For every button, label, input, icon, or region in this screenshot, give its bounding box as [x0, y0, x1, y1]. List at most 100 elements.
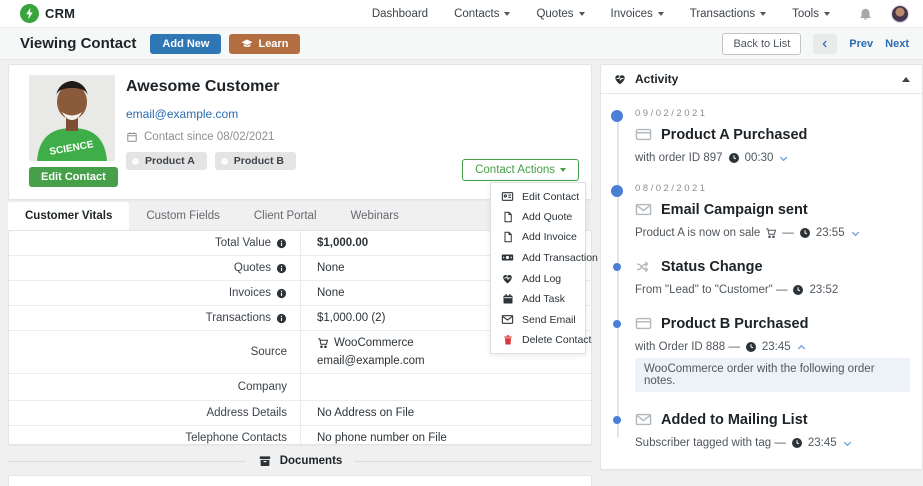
documents-card-top — [8, 475, 592, 486]
chevron-up-icon[interactable] — [796, 342, 807, 353]
tab-custom-fields[interactable]: Custom Fields — [129, 202, 237, 230]
menu-add-transaction[interactable]: Add Transaction — [491, 247, 585, 268]
event-meta: with order ID 897 — [635, 152, 723, 164]
contact-actions-menu: Edit Contact Add Quote Add Invoice Add T… — [490, 182, 586, 354]
menu-add-quote[interactable]: Add Quote — [491, 207, 585, 227]
caret-down-icon — [824, 12, 830, 16]
brand[interactable]: CRM — [20, 4, 75, 23]
event-title: Email Campaign sent — [661, 202, 808, 218]
caret-down-icon — [760, 12, 766, 16]
cart-icon — [765, 227, 777, 239]
nav-contacts[interactable]: Contacts — [454, 8, 510, 20]
timeline-dot — [613, 263, 621, 271]
activity-event: Contact Added Contact added to the CRM 2… — [635, 468, 910, 470]
event-time: 23:45 — [762, 341, 791, 353]
user-avatar[interactable] — [891, 5, 909, 23]
row-label: Invoices — [229, 287, 271, 299]
toolbar: Viewing Contact Add New Learn Back to Li… — [0, 28, 923, 60]
menu-delete-contact[interactable]: Delete Contact — [491, 330, 585, 350]
row-label: Total Value — [215, 237, 271, 249]
nav-invoices[interactable]: Invoices — [611, 8, 664, 20]
order-note: WooCommerce order with the following ord… — [635, 358, 910, 392]
menu-add-task[interactable]: Add Task — [491, 289, 585, 309]
nav-tools[interactable]: Tools — [792, 8, 830, 20]
calendar-icon — [126, 131, 138, 143]
table-row: Address Details No Address on File — [9, 401, 591, 426]
add-new-button[interactable]: Add New — [150, 34, 221, 54]
tab-webinars[interactable]: Webinars — [334, 202, 416, 230]
event-time: 23:55 — [816, 227, 845, 239]
activity-panel: Activity 09/02/2021 Product A Purchased … — [600, 64, 923, 470]
edit-contact-button[interactable]: Edit Contact — [29, 167, 118, 187]
contact-actions-button[interactable]: Contact Actions — [462, 159, 579, 181]
activity-event: 09/02/2021 Product A Purchased with orde… — [635, 108, 910, 164]
event-date: 08/02/2021 — [635, 183, 910, 194]
menu-add-log[interactable]: Add Log — [491, 268, 585, 289]
shuffle-icon — [635, 258, 652, 275]
documents-section: Documents — [8, 454, 592, 468]
envelope-icon — [635, 201, 652, 218]
tag-product-a[interactable]: Product A — [126, 152, 207, 170]
back-to-list-button[interactable]: Back to List — [722, 33, 801, 55]
heart-pulse-icon — [613, 72, 627, 86]
notifications-bell-icon[interactable] — [858, 6, 873, 21]
learn-button[interactable]: Learn — [229, 34, 300, 54]
info-icon[interactable] — [276, 313, 287, 324]
prev-link[interactable]: Prev — [849, 38, 873, 50]
row-value-secondary: email@example.com — [317, 355, 591, 367]
timeline-dot — [611, 110, 623, 122]
id-card-icon — [501, 190, 514, 203]
credit-card-icon — [635, 315, 652, 332]
activity-timeline: 09/02/2021 Product A Purchased with orde… — [601, 94, 922, 470]
event-meta: with Order ID 888 — — [635, 341, 740, 353]
row-label: Company — [238, 381, 287, 393]
row-label: Telephone Contacts — [185, 432, 287, 444]
event-time: 23:52 — [809, 284, 838, 296]
row-value — [301, 374, 591, 400]
contact-tags: Product A Product B — [126, 152, 296, 170]
nav-transactions[interactable]: Transactions — [690, 8, 766, 20]
chevron-down-icon[interactable] — [778, 153, 789, 164]
info-icon[interactable] — [276, 238, 287, 249]
chevron-down-icon[interactable] — [842, 438, 853, 449]
graduation-cap-icon — [241, 38, 253, 50]
event-title: Status Change — [661, 259, 763, 275]
clock-icon — [728, 152, 740, 164]
event-time: 00:30 — [745, 152, 774, 164]
menu-edit-contact[interactable]: Edit Contact — [491, 186, 585, 207]
tag-product-b[interactable]: Product B — [215, 152, 296, 170]
row-label: Source — [251, 346, 287, 358]
caret-down-icon — [504, 12, 510, 16]
clock-icon — [792, 284, 804, 296]
person-icon — [635, 468, 652, 470]
event-meta: Product A is now on sale — [635, 227, 760, 239]
heart-pulse-icon — [501, 272, 514, 285]
tab-customer-vitals[interactable]: Customer Vitals — [8, 202, 129, 230]
main-nav: Dashboard Contacts Quotes Invoices Trans… — [372, 8, 830, 20]
next-link[interactable]: Next — [885, 38, 909, 50]
activity-event: 08/02/2021 Email Campaign sent Product A… — [635, 183, 910, 239]
event-time: 23:45 — [808, 437, 837, 449]
menu-add-invoice[interactable]: Add Invoice — [491, 227, 585, 247]
info-icon[interactable] — [276, 288, 287, 299]
contact-photo: SCIENCE — [29, 75, 115, 161]
row-value: WooCommerce — [334, 337, 414, 349]
chevron-down-icon[interactable] — [850, 228, 861, 239]
event-meta: Subscriber tagged with tag — — [635, 437, 786, 449]
collapse-caret-icon[interactable] — [902, 77, 910, 82]
row-label: Address Details — [206, 407, 287, 419]
event-meta: From "Lead" to "Customer" — — [635, 284, 787, 296]
event-title: Product A Purchased — [661, 127, 807, 143]
chevron-left-button[interactable] — [813, 34, 837, 54]
info-icon[interactable] — [276, 263, 287, 274]
tab-client-portal[interactable]: Client Portal — [237, 202, 334, 230]
menu-send-email[interactable]: Send Email — [491, 309, 585, 330]
nav-quotes[interactable]: Quotes — [536, 8, 584, 20]
nav-dashboard[interactable]: Dashboard — [372, 8, 428, 20]
trash-icon — [501, 334, 514, 346]
row-value: No Address on File — [301, 401, 591, 425]
clock-icon — [745, 341, 757, 353]
contact-email-link[interactable]: email@example.com — [126, 107, 238, 121]
timeline-dot — [613, 416, 621, 424]
credit-card-icon — [635, 126, 652, 143]
